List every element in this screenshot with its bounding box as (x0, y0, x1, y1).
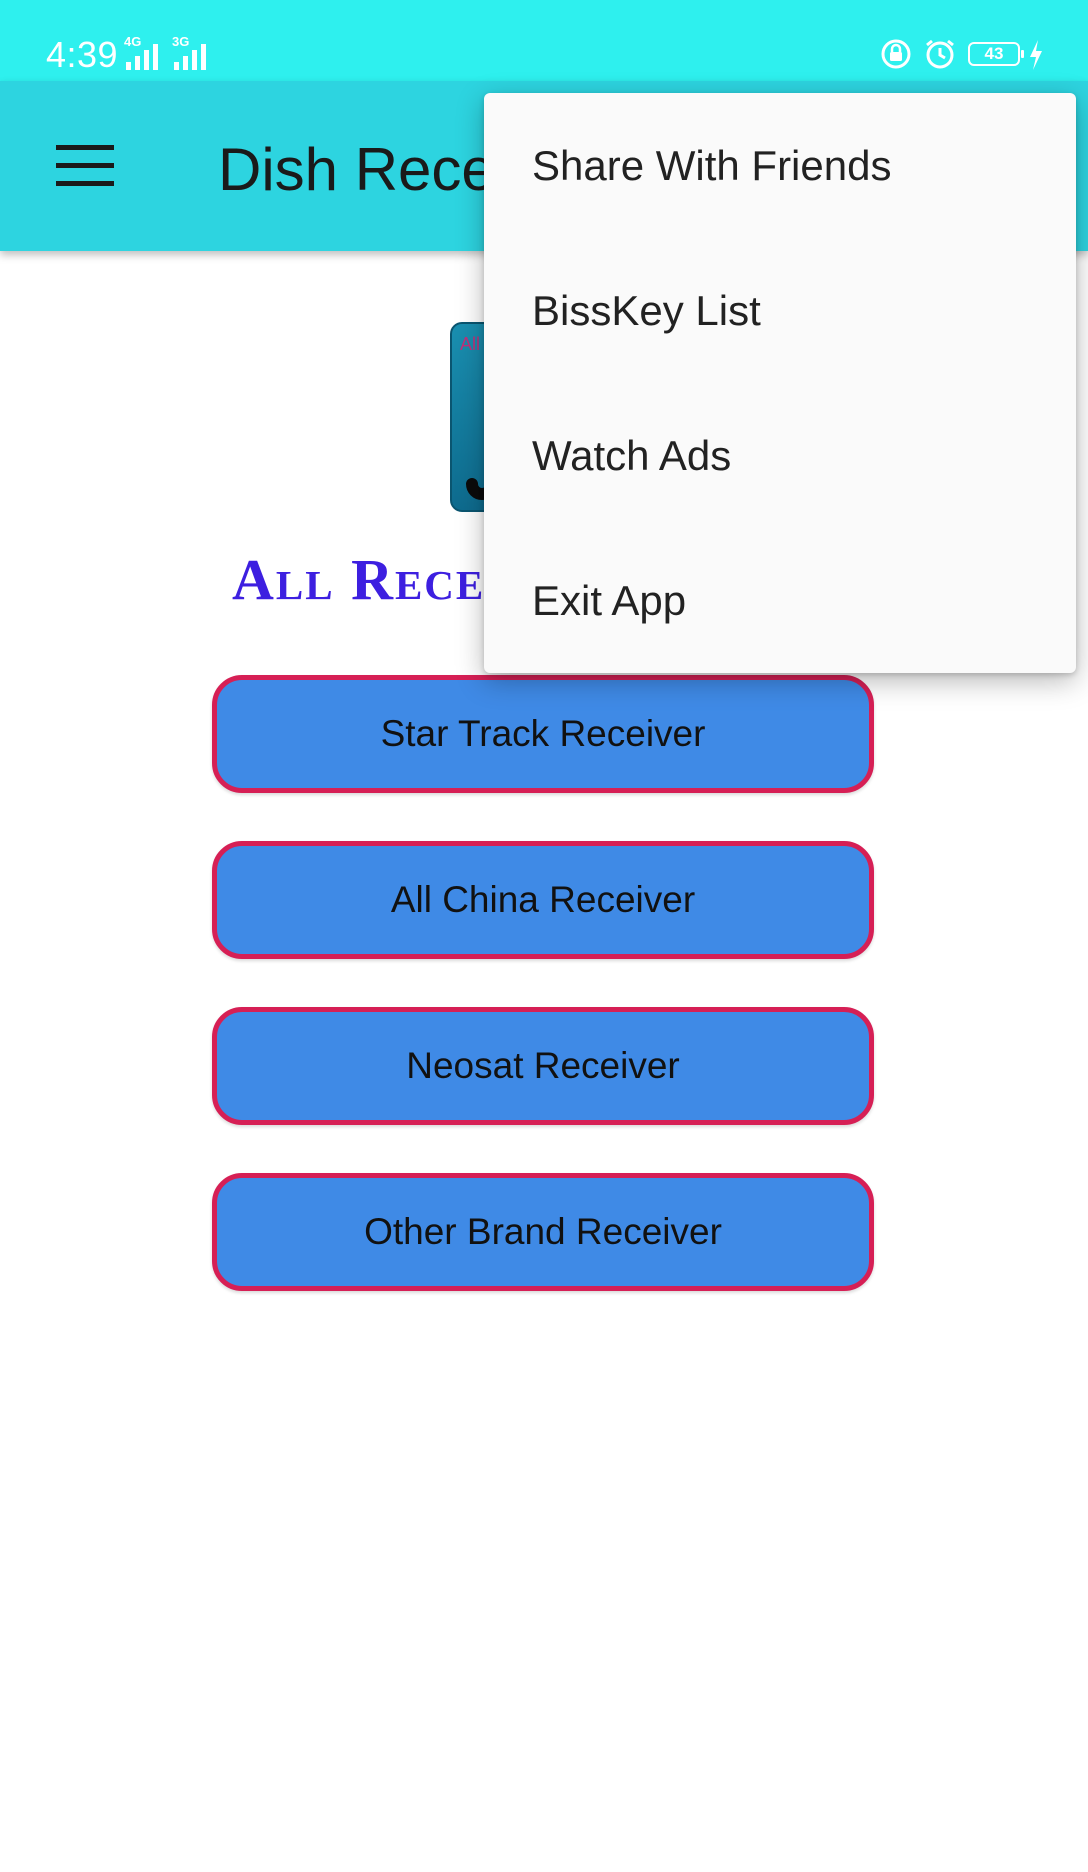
star-track-receiver-button[interactable]: Star Track Receiver (212, 675, 874, 793)
charging-icon (1030, 40, 1042, 70)
battery-icon: 43 (968, 42, 1024, 66)
all-china-receiver-button[interactable]: All China Receiver (212, 841, 874, 959)
neosat-receiver-button[interactable]: Neosat Receiver (212, 1007, 874, 1125)
logo-text: All (460, 334, 481, 354)
menu-item-share-with-friends[interactable]: Share With Friends (484, 93, 1076, 238)
lock-rotation-icon (881, 39, 911, 69)
menu-item-bisskey-list[interactable]: BissKey List (484, 238, 1076, 383)
overflow-menu: Share With Friends BissKey List Watch Ad… (484, 93, 1076, 673)
menu-item-exit-app[interactable]: Exit App (484, 528, 1076, 673)
menu-icon[interactable] (56, 145, 114, 187)
menu-item-watch-ads[interactable]: Watch Ads (484, 383, 1076, 528)
signal-icon: 4G (124, 34, 164, 70)
other-brand-receiver-button[interactable]: Other Brand Receiver (212, 1173, 874, 1291)
page-heading: All Recei (232, 547, 504, 612)
app-title: Dish Rece (218, 136, 495, 203)
signal-icon-2: 3G (172, 34, 212, 70)
status-time: 4:39 (46, 34, 119, 75)
alarm-icon (926, 39, 954, 69)
status-bar: 4:39 4G 3G 43 (0, 0, 1088, 81)
